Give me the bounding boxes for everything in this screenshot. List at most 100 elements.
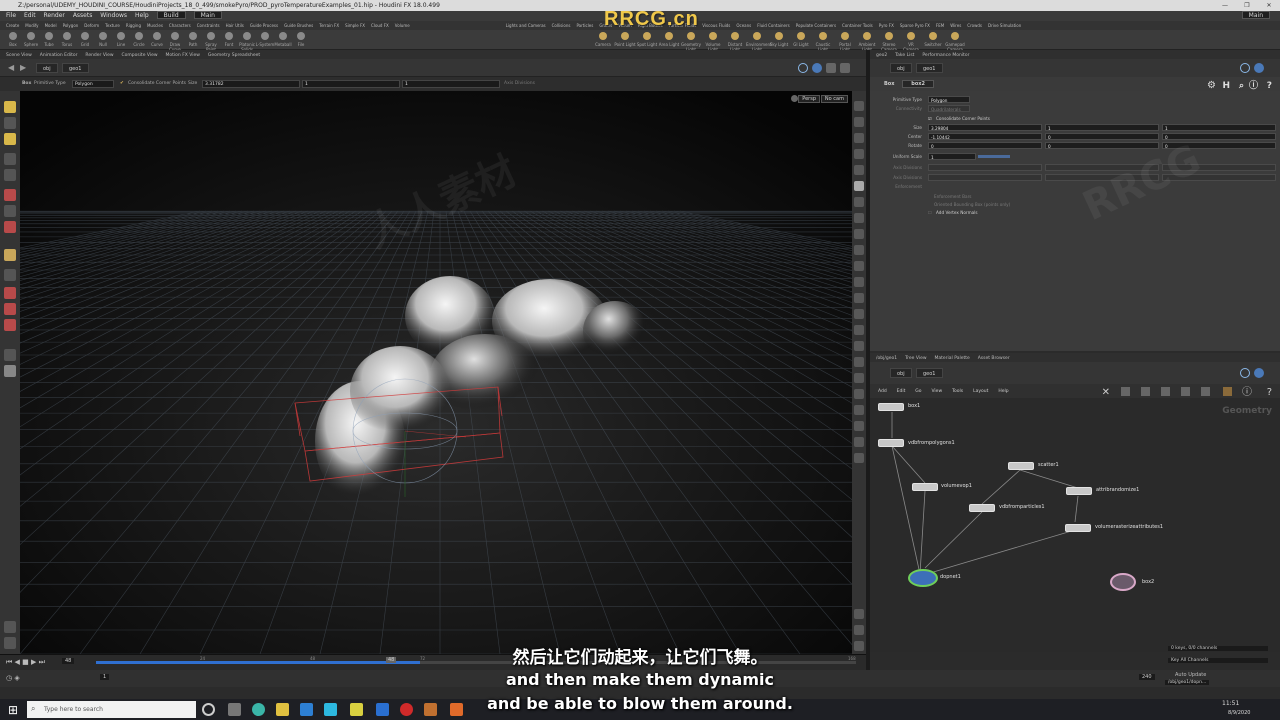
- op-size-y-field[interactable]: 1: [302, 80, 400, 88]
- net-menu-edit[interactable]: Edit: [897, 389, 906, 394]
- param-path-obj[interactable]: obj: [890, 63, 912, 73]
- light-tool-button[interactable]: GI Light: [790, 32, 812, 47]
- path-obj[interactable]: obj: [36, 63, 58, 73]
- shelf-tab[interactable]: Guide Process: [250, 23, 278, 28]
- size-x-field[interactable]: 3.29804: [928, 124, 1042, 131]
- shelf-tab[interactable]: Deform: [84, 23, 99, 28]
- shelf-tab[interactable]: Polygon: [63, 23, 79, 28]
- center-x-field[interactable]: -1.10442: [928, 133, 1042, 140]
- node-box2[interactable]: [1110, 573, 1136, 591]
- translate-icon[interactable]: [4, 189, 16, 201]
- light-tool-button[interactable]: VR Camera: [900, 32, 922, 52]
- consolidate-checkbox[interactable]: ☑: [928, 114, 932, 123]
- shelf-tab[interactable]: Hair Utils: [226, 23, 244, 28]
- network-color-icon[interactable]: [1201, 387, 1210, 396]
- node-scatter1[interactable]: [1008, 462, 1034, 470]
- primitive-type-select[interactable]: Polygon: [928, 96, 970, 103]
- menu-render[interactable]: Render: [44, 12, 65, 19]
- node-volumevop1[interactable]: [912, 483, 938, 491]
- menu-assets[interactable]: Assets: [73, 12, 93, 19]
- light-tool-button[interactable]: Portal Light: [834, 32, 856, 52]
- light-tool-button[interactable]: Sky Light: [768, 32, 790, 47]
- display-snapshot-icon[interactable]: [854, 625, 864, 635]
- light-tool-button[interactable]: Distant Light: [724, 32, 746, 52]
- light-tool-button[interactable]: Spot Light: [636, 32, 658, 47]
- net-menu-view[interactable]: View: [931, 389, 942, 394]
- rotate-y-field[interactable]: 0: [1045, 142, 1159, 149]
- network-grid-icon[interactable]: [1121, 387, 1130, 396]
- snap-point-icon[interactable]: [4, 303, 16, 315]
- light-tool-button[interactable]: Ambient Light: [856, 32, 878, 52]
- display-points-icon[interactable]: [854, 197, 864, 207]
- node-box1[interactable]: [878, 403, 904, 411]
- maximize-button[interactable]: ❐: [1236, 0, 1258, 11]
- display-normals-icon[interactable]: [854, 213, 864, 223]
- tab-animation-editor[interactable]: Animation Editor: [40, 53, 78, 58]
- light-shelf-tab[interactable]: Wires: [950, 23, 961, 28]
- display-link-icon[interactable]: [854, 277, 864, 287]
- shelf-tab[interactable]: Simple FX: [345, 23, 365, 28]
- light-tool-button[interactable]: Volume Light: [702, 32, 724, 52]
- snap-curve-icon[interactable]: [4, 287, 16, 299]
- net-menu-tools[interactable]: Tools: [952, 389, 963, 394]
- light-tool-button[interactable]: Geometry Light: [680, 32, 702, 52]
- link-icon[interactable]: [812, 63, 822, 73]
- light-tool-button[interactable]: Area Light: [658, 32, 680, 47]
- network-editor[interactable]: Geometry box1 vdbfrompolygons1 scatter1 …: [870, 398, 1280, 652]
- shelf-tool-button[interactable]: File: [290, 32, 312, 47]
- magnet-icon[interactable]: [4, 319, 16, 331]
- display-bulb-icon[interactable]: [854, 181, 864, 191]
- div-x-field[interactable]: [928, 174, 1042, 181]
- paint-icon[interactable]: [4, 621, 16, 633]
- display-text-icon[interactable]: [854, 421, 864, 431]
- param-path-geo[interactable]: geo1: [916, 63, 943, 73]
- param-link-icon[interactable]: [1254, 63, 1264, 73]
- axis-div-x-field[interactable]: [928, 164, 1042, 171]
- light-tool-button[interactable]: Point Light: [614, 32, 636, 47]
- light-shelf-tab[interactable]: Lights and Cameras: [506, 23, 546, 28]
- desktop-selector[interactable]: Build: [156, 11, 186, 19]
- param-pin-icon[interactable]: [1240, 63, 1250, 73]
- shelf-tab[interactable]: Guide Brushes: [284, 23, 313, 28]
- light-shelf-tab[interactable]: Pyro FX: [879, 23, 894, 28]
- tab-material-palette[interactable]: Material Palette: [934, 356, 969, 361]
- light-shelf-tab[interactable]: Container Tools: [842, 23, 873, 28]
- connectivity-select[interactable]: Quadrilaterals: [928, 105, 970, 112]
- top-right-selector[interactable]: Main: [1241, 11, 1270, 19]
- network-layout-icon[interactable]: [1161, 387, 1170, 396]
- node-volumerasterizeattributes1[interactable]: [1065, 524, 1091, 532]
- tab-scene-view[interactable]: Scene View: [6, 53, 32, 58]
- tab-geo2[interactable]: geo2: [876, 53, 887, 58]
- light-tool-button[interactable]: Gamepad Camera: [944, 32, 966, 52]
- display-wire-icon[interactable]: [854, 165, 864, 175]
- op-primitive-type-select[interactable]: Polygon: [72, 80, 114, 88]
- add-normals-checkbox[interactable]: ☐: [928, 208, 932, 217]
- display-bulb2-icon[interactable]: [854, 453, 864, 463]
- tab-take-list[interactable]: Take List: [895, 53, 914, 58]
- display-eye-icon[interactable]: [854, 373, 864, 383]
- display-cube-icon[interactable]: [854, 325, 864, 335]
- lock-icon[interactable]: [4, 169, 16, 181]
- shelf-tab[interactable]: Characters: [169, 23, 191, 28]
- light-shelf-tab[interactable]: Fluid Containers: [757, 23, 790, 28]
- snap-grid-icon[interactable]: [4, 269, 16, 281]
- param-node-name[interactable]: box2: [902, 80, 934, 88]
- light-shelf-tab[interactable]: Crowds: [967, 23, 982, 28]
- menu-windows[interactable]: Windows: [100, 12, 127, 19]
- camera-persp-menu[interactable]: Persp: [798, 95, 820, 103]
- light-shelf-tab[interactable]: Sparse Pyro FX: [900, 23, 930, 28]
- node-vdbfrompolygons1[interactable]: [878, 439, 904, 447]
- display-stack-icon[interactable]: [854, 405, 864, 415]
- display-options-icon[interactable]: [791, 95, 798, 102]
- tab-render-view[interactable]: Render View: [85, 53, 113, 58]
- light-shelf-tab[interactable]: Oceans: [736, 23, 751, 28]
- network-note-icon[interactable]: [1223, 387, 1232, 396]
- light-tool-button[interactable]: Switcher: [922, 32, 944, 47]
- display-bucket-icon[interactable]: [854, 341, 864, 351]
- network-link-icon[interactable]: [1254, 368, 1264, 378]
- display-layers-icon[interactable]: [854, 389, 864, 399]
- shelf-tab[interactable]: Modify: [25, 23, 38, 28]
- shelf-tab[interactable]: Volume: [395, 23, 410, 28]
- node-vdbfromparticles1[interactable]: [969, 504, 995, 512]
- shelf-tab[interactable]: Muscles: [147, 23, 163, 28]
